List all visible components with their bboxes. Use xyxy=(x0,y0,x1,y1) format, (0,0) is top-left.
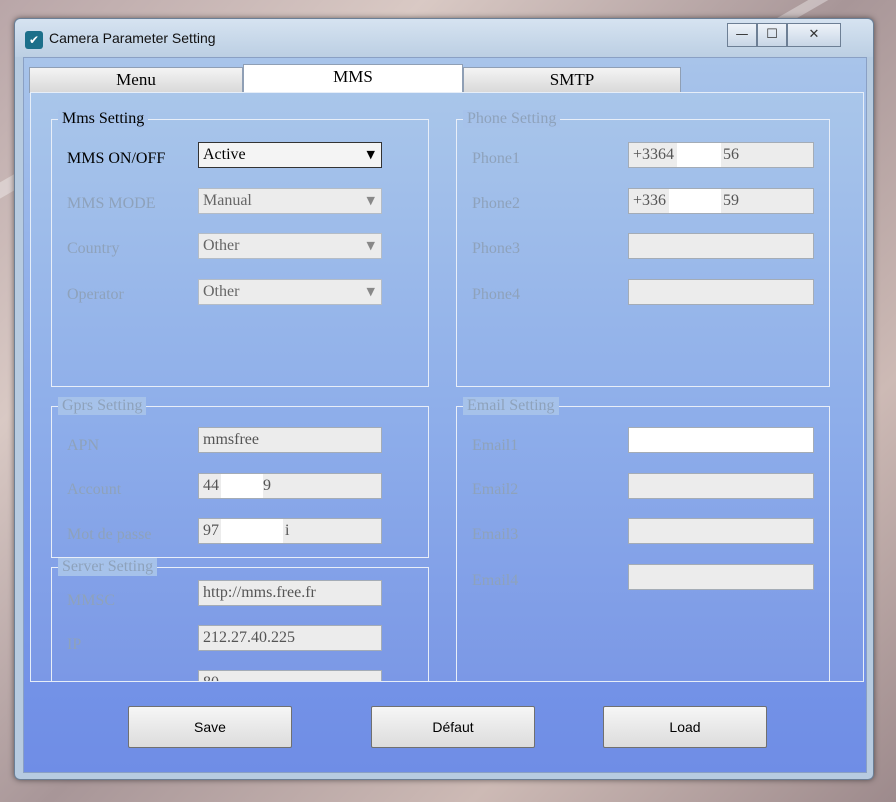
email4-input[interactable] xyxy=(628,564,814,590)
email-setting-title: Email Setting xyxy=(463,397,559,415)
phone1-value-start: +3364 xyxy=(633,146,675,163)
save-button[interactable]: Save xyxy=(128,706,292,748)
phone2-value-start: +336 xyxy=(633,192,667,209)
apn-label: APN xyxy=(67,437,100,454)
redacted-mask xyxy=(669,189,721,213)
phone3-label: Phone3 xyxy=(472,240,520,257)
window-title: Camera Parameter Setting xyxy=(49,30,216,46)
account-input[interactable]: 44 9 xyxy=(198,473,382,499)
port-field-clip: 80 xyxy=(198,670,382,681)
close-button[interactable]: ✕ xyxy=(787,23,841,47)
country-value: Other xyxy=(203,237,240,254)
mmsc-label: MMSC xyxy=(67,592,116,609)
email3-label: Email3 xyxy=(472,526,519,543)
dropdown-arrow-icon: ▼ xyxy=(366,194,375,207)
dropdown-arrow-icon: ▼ xyxy=(366,239,375,252)
password-input[interactable]: 97 i xyxy=(198,518,382,544)
gprs-setting-group: Gprs Setting APN mmsfree Account 44 9 Mo… xyxy=(51,397,429,558)
email2-input[interactable] xyxy=(628,473,814,499)
mms-mode-value: Manual xyxy=(203,192,252,209)
redacted-mask xyxy=(677,143,721,167)
phone-setting-title: Phone Setting xyxy=(463,110,561,128)
port-input[interactable]: 80 xyxy=(198,670,382,681)
account-label: Account xyxy=(67,481,122,498)
phone2-value-end: 59 xyxy=(723,192,739,209)
app-window: ✔ Camera Parameter Setting — ☐ ✕ Menu MM… xyxy=(14,18,874,780)
mms-on-off-select[interactable]: Active ▼ xyxy=(198,142,382,168)
password-value-start: 97 xyxy=(203,522,219,539)
phone1-value-end: 56 xyxy=(723,146,739,163)
country-label: Country xyxy=(67,240,120,257)
tab-mms[interactable]: MMS xyxy=(243,64,463,93)
email-setting-group: Email Setting Email1 Email2 Email3 Email… xyxy=(456,397,830,682)
ip-label: IP xyxy=(67,636,82,653)
mms-on-off-value: Active xyxy=(203,146,246,163)
server-setting-title: Server Setting xyxy=(58,558,158,576)
country-select[interactable]: Other ▼ xyxy=(198,233,382,259)
email4-label: Email4 xyxy=(472,572,519,589)
mms-mode-select[interactable]: Manual ▼ xyxy=(198,188,382,214)
load-button[interactable]: Load xyxy=(603,706,767,748)
email2-label: Email2 xyxy=(472,481,519,498)
mmsc-input[interactable]: http://mms.free.fr xyxy=(198,580,382,606)
mms-setting-group: Mms Setting MMS ON/OFF Active ▼ MMS MODE… xyxy=(51,110,429,387)
password-label: Mot de passe xyxy=(67,526,152,543)
phone1-label: Phone1 xyxy=(472,150,520,167)
camera-app-icon: ✔ xyxy=(25,31,43,49)
server-setting-group: Server Setting MMSC http://mms.free.fr I… xyxy=(51,558,429,682)
phone4-input[interactable] xyxy=(628,279,814,305)
default-button[interactable]: Défaut xyxy=(371,706,535,748)
apn-input[interactable]: mmsfree xyxy=(198,427,382,453)
email1-label: Email1 xyxy=(472,437,519,454)
minimize-button[interactable]: — xyxy=(727,23,757,47)
phone2-input[interactable]: +336 59 xyxy=(628,188,814,214)
redacted-mask xyxy=(221,519,283,543)
operator-label: Operator xyxy=(67,286,124,303)
email1-input[interactable] xyxy=(628,427,814,453)
action-bar: Save Défaut Load xyxy=(30,686,862,766)
phone-setting-group: Phone Setting Phone1 +3364 56 Phone2 +33… xyxy=(456,110,830,387)
mms-setting-title: Mms Setting xyxy=(58,110,149,128)
tab-menu[interactable]: Menu xyxy=(29,67,243,93)
mms-tab-panel: Mms Setting MMS ON/OFF Active ▼ MMS MODE… xyxy=(30,92,864,682)
account-value-end: 9 xyxy=(263,477,271,494)
email3-input[interactable] xyxy=(628,518,814,544)
account-value-start: 44 xyxy=(203,477,219,494)
mms-on-off-label: MMS ON/OFF xyxy=(67,150,166,167)
phone4-label: Phone4 xyxy=(472,286,520,303)
maximize-button[interactable]: ☐ xyxy=(757,23,787,47)
mms-mode-label: MMS MODE xyxy=(67,195,156,212)
client-area: Menu MMS SMTP Mms Setting MMS ON/OFF Act… xyxy=(23,57,867,773)
tab-smtp[interactable]: SMTP xyxy=(463,67,681,93)
password-value-end: i xyxy=(285,522,290,539)
operator-value: Other xyxy=(203,283,240,300)
title-bar[interactable]: ✔ Camera Parameter Setting — ☐ ✕ xyxy=(15,19,873,57)
operator-select[interactable]: Other ▼ xyxy=(198,279,382,305)
dropdown-arrow-icon: ▼ xyxy=(366,148,375,161)
phone3-input[interactable] xyxy=(628,233,814,259)
ip-input[interactable]: 212.27.40.225 xyxy=(198,625,382,651)
gprs-setting-title: Gprs Setting xyxy=(58,397,147,415)
redacted-mask xyxy=(221,474,263,498)
dropdown-arrow-icon: ▼ xyxy=(366,285,375,298)
phone2-label: Phone2 xyxy=(472,195,520,212)
phone1-input[interactable]: +3364 56 xyxy=(628,142,814,168)
